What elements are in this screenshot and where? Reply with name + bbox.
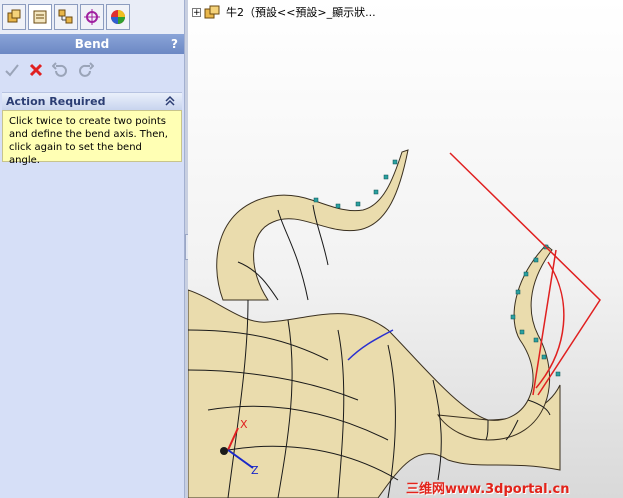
undo-button[interactable]	[50, 60, 70, 80]
ok-button[interactable]	[2, 60, 22, 80]
section-title: Action Required	[6, 95, 106, 108]
display-manager-tab[interactable]	[106, 4, 130, 30]
redo-button[interactable]	[76, 60, 96, 80]
feature-title-bar: Bend ?	[0, 34, 184, 54]
ok-check-icon	[5, 64, 19, 77]
watermark: 三维网www.3dportal.cn	[406, 482, 570, 497]
manager-tabs	[0, 0, 184, 34]
color-wheel-icon	[111, 10, 125, 24]
dimxpert-tab[interactable]	[80, 4, 104, 30]
action-required-message: Click twice to create two points and def…	[2, 110, 182, 166]
help-button[interactable]: ?	[171, 34, 178, 54]
property-manager-panel: Bend ? Action Required Click twice to cr…	[0, 0, 185, 498]
crosshair-target-icon	[84, 9, 100, 25]
left-horn	[216, 149, 409, 301]
cancel-button[interactable]	[26, 60, 46, 80]
collapse-chevron-icon[interactable]	[164, 95, 176, 107]
configuration-icon	[58, 9, 73, 24]
bull-head	[188, 289, 561, 498]
feature-title: Bend	[74, 37, 110, 51]
feature-manager-tab[interactable]	[2, 4, 26, 30]
pm-toolbar	[0, 58, 184, 82]
property-manager-tab[interactable]	[28, 4, 52, 30]
property-manager-icon	[33, 10, 47, 24]
model-viewport[interactable]: X Z	[188, 0, 623, 498]
redo-icon	[79, 62, 94, 77]
svg-text:X: X	[240, 418, 248, 431]
configuration-manager-tab[interactable]	[54, 4, 78, 30]
svg-text:Z: Z	[251, 464, 259, 477]
graphics-area[interactable]: + 牛2（預設<<預設>_顯示狀... X Z 三维网www.3dportal.…	[188, 0, 623, 498]
feature-tree-icon	[7, 9, 21, 23]
undo-icon	[52, 62, 67, 77]
action-required-header[interactable]: Action Required	[2, 92, 182, 110]
cancel-x-icon	[29, 63, 43, 77]
